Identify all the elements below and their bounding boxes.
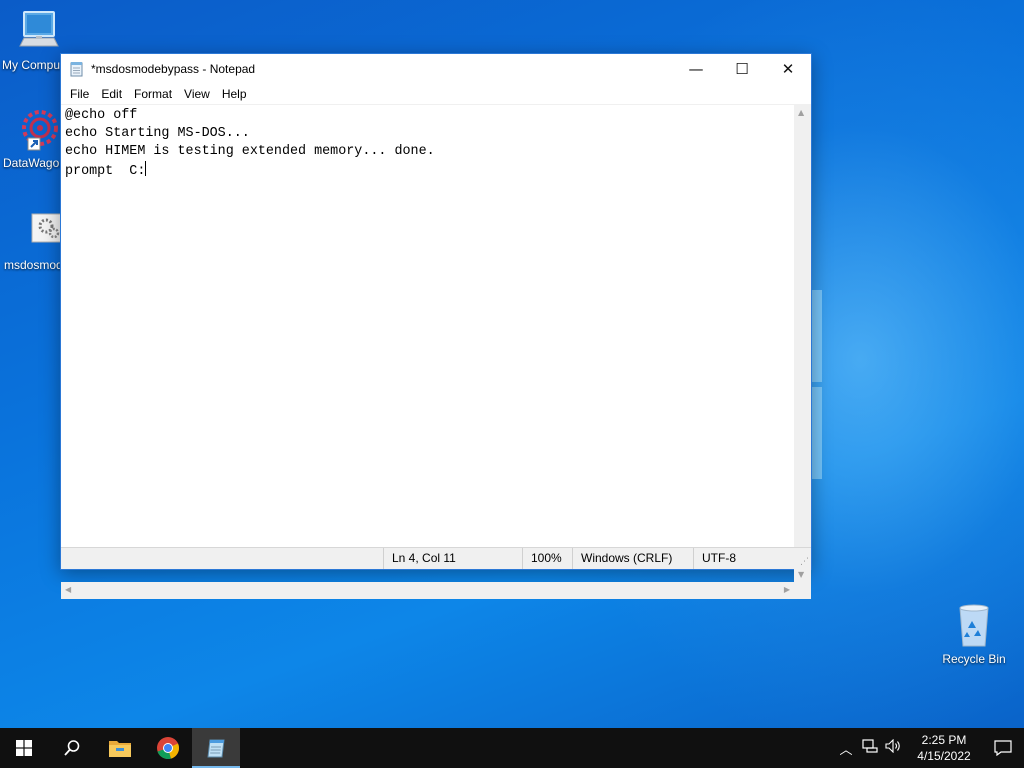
notepad-icon (207, 739, 225, 758)
close-button[interactable]: ✕ (765, 54, 811, 84)
search-icon (64, 740, 80, 756)
notification-icon (994, 740, 1012, 756)
scroll-right-icon[interactable]: ▶ (784, 585, 790, 594)
minimize-icon: — (688, 60, 704, 78)
editor-line: echo HIMEM is testing extended memory...… (65, 144, 435, 159)
editor-area: @echo off echo Starting MS-DOS... echo HIM… (61, 104, 811, 599)
taskbar-file-explorer[interactable] (96, 728, 144, 768)
status-line-ending: Windows (CRLF) (572, 548, 694, 569)
file-explorer-icon (109, 741, 131, 757)
maximize-icon: ☐ (735, 60, 749, 78)
recycle-bin-icon (950, 602, 998, 650)
notification-button[interactable] (982, 728, 1024, 768)
chrome-icon (157, 737, 180, 760)
taskbar: ︿ 2:25 PM 4/15/2022 (0, 728, 1024, 768)
scroll-left-icon[interactable]: ◀ (65, 585, 71, 594)
clock-time: 2:25 PM (921, 733, 967, 747)
search-button[interactable] (48, 728, 96, 768)
menu-edit[interactable]: Edit (95, 87, 128, 101)
editor-line: echo Starting MS-DOS... (65, 126, 250, 141)
scroll-up-icon[interactable]: ▲ (798, 108, 804, 117)
menu-bar: File Edit Format View Help (61, 84, 811, 104)
status-encoding: UTF-8 (693, 548, 811, 569)
window-title: *msdosmodebypass - Notepad (91, 62, 256, 76)
status-cursor-position: Ln 4, Col 11 (383, 548, 523, 569)
text-editor[interactable]: @echo off echo Starting MS-DOS... echo HIM… (61, 105, 794, 582)
clock-date: 4/15/2022 (917, 749, 971, 763)
taskbar-chrome[interactable] (144, 728, 192, 768)
editor-line: prompt C: (65, 164, 146, 179)
batch-file-icon (14, 208, 75, 256)
volume-icon[interactable] (882, 738, 906, 757)
scrollbar-corner (794, 582, 811, 599)
notepad-window[interactable]: *msdosmodebypass - Notepad — ☐ ✕ File Ed… (60, 53, 812, 599)
status-zoom: 100% (522, 548, 572, 569)
title-bar[interactable]: *msdosmodebypass - Notepad — ☐ ✕ (61, 54, 811, 84)
editor-line: @echo off (65, 108, 138, 123)
system-tray: ︿ 2:25 PM 4/15/2022 (834, 728, 1024, 768)
vertical-scrollbar[interactable]: ▲ ▼ (794, 105, 811, 582)
resize-grip-icon[interactable]: ⋰ (800, 556, 809, 567)
wallpaper-logo-pane (812, 290, 822, 382)
maximize-button[interactable]: ☐ (719, 54, 765, 84)
close-icon: ✕ (781, 60, 795, 78)
scroll-down-icon[interactable]: ▼ (798, 570, 804, 579)
status-bar: Ln 4, Col 11 100% Windows (CRLF) UTF-8 ⋰ (61, 547, 811, 569)
start-button[interactable] (0, 728, 48, 768)
chevron-up-icon[interactable]: ︿ (834, 739, 858, 758)
desktop-icon-label: Recycle Bin (942, 652, 1006, 666)
desktop: My Computer DataWagon msdosmodebypass Re… (0, 0, 1024, 728)
desktop-icon-recycle-bin[interactable]: Recycle Bin (936, 602, 1012, 666)
datawagon-icon (14, 106, 62, 154)
text-caret (145, 161, 147, 176)
wallpaper-logo-pane (812, 387, 822, 479)
network-icon[interactable] (858, 739, 882, 757)
taskbar-notepad[interactable] (192, 728, 240, 768)
menu-format[interactable]: Format (128, 87, 178, 101)
notepad-icon (69, 61, 85, 77)
menu-help[interactable]: Help (216, 87, 253, 101)
menu-view[interactable]: View (178, 87, 216, 101)
minimize-button[interactable]: — (673, 54, 719, 84)
menu-file[interactable]: File (64, 87, 95, 101)
computer-icon (14, 8, 62, 56)
editor-line-current: prompt C: (65, 161, 790, 181)
horizontal-scrollbar[interactable]: ◀ ▶ (61, 582, 794, 599)
clock[interactable]: 2:25 PM 4/15/2022 (906, 732, 982, 764)
windows-start-icon (16, 740, 32, 756)
